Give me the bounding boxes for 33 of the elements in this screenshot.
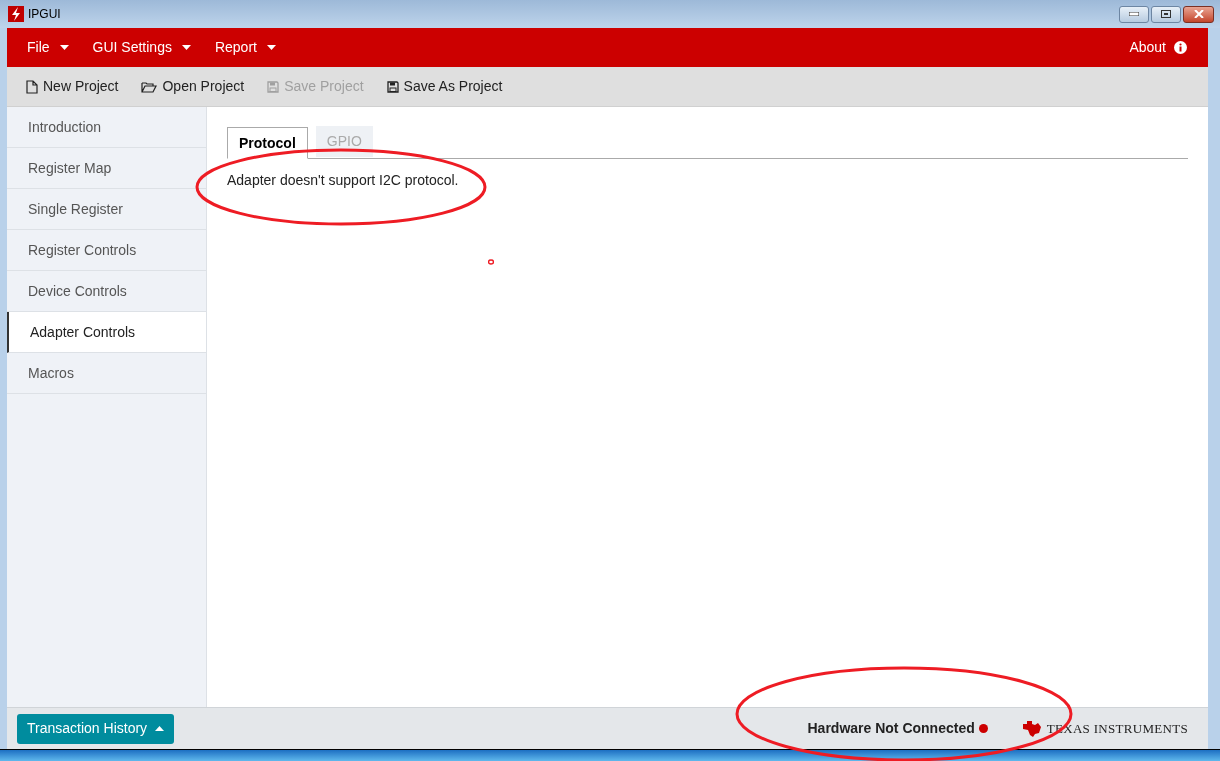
sidebar-item[interactable]: Macros [7,353,206,394]
lightning-logo-icon [8,6,24,22]
sidebar-item[interactable]: Adapter Controls [7,312,206,353]
transaction-history-button[interactable]: Transaction History [17,713,175,744]
sidebar-item[interactable]: Introduction [7,107,206,148]
toolbar-button[interactable]: Save As Project [386,76,503,97]
minimize-icon [1129,12,1139,16]
info-icon [1174,41,1187,54]
document-icon [26,79,38,94]
caret-down-icon [59,45,69,50]
caret-down-icon [266,45,276,50]
status-message: Adapter doesn't support I2C protocol. [227,171,460,190]
toolbar-button[interactable]: Open Project [141,76,245,97]
caret-up-icon [155,726,165,731]
tab[interactable]: Protocol [227,127,308,159]
close-icon [1193,10,1204,18]
sidebar-item[interactable]: Register Map [7,148,206,189]
sidebar-item[interactable]: Register Controls [7,230,206,271]
menu-item[interactable]: Report [214,37,276,58]
window-title: IPGUI [28,6,61,23]
restore-icon [1161,10,1171,18]
sidebar-item[interactable]: Single Register [7,189,206,230]
ti-logo-icon [1020,719,1043,738]
menu-item[interactable]: GUI Settings [92,37,191,58]
toolbar-button[interactable]: New Project [26,76,119,97]
maximize-button[interactable] [1151,5,1181,23]
caret-down-icon [181,45,191,50]
minimize-button[interactable] [1119,5,1149,23]
close-button[interactable] [1183,5,1214,23]
folder-icon [141,80,158,93]
menu-item[interactable]: File [27,37,69,58]
about-button[interactable]: About [1129,37,1187,58]
connection-status: Hardware Not Connected [807,719,975,738]
